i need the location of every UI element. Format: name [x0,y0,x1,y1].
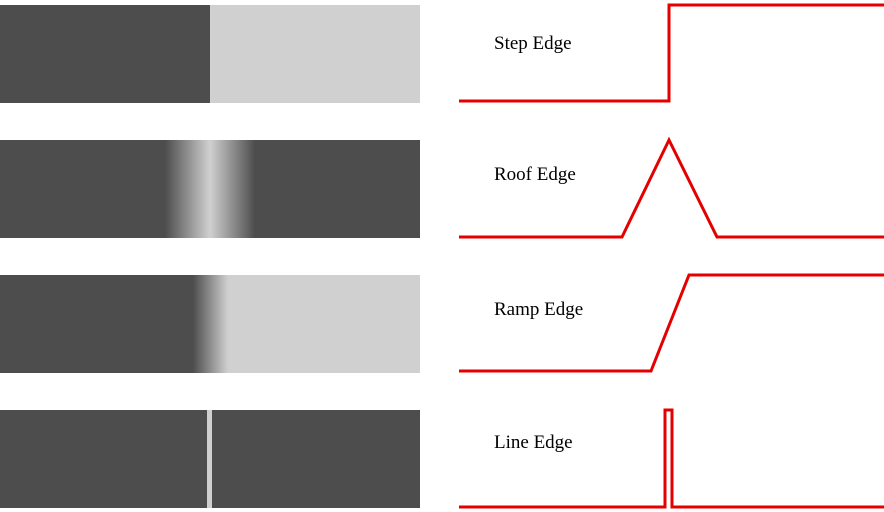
step-edge-profile [459,3,884,103]
roof-edge-profile [459,136,884,239]
ramp-edge-profile [459,273,884,373]
edge-profiles [459,3,884,509]
line-edge-profile [459,408,884,509]
